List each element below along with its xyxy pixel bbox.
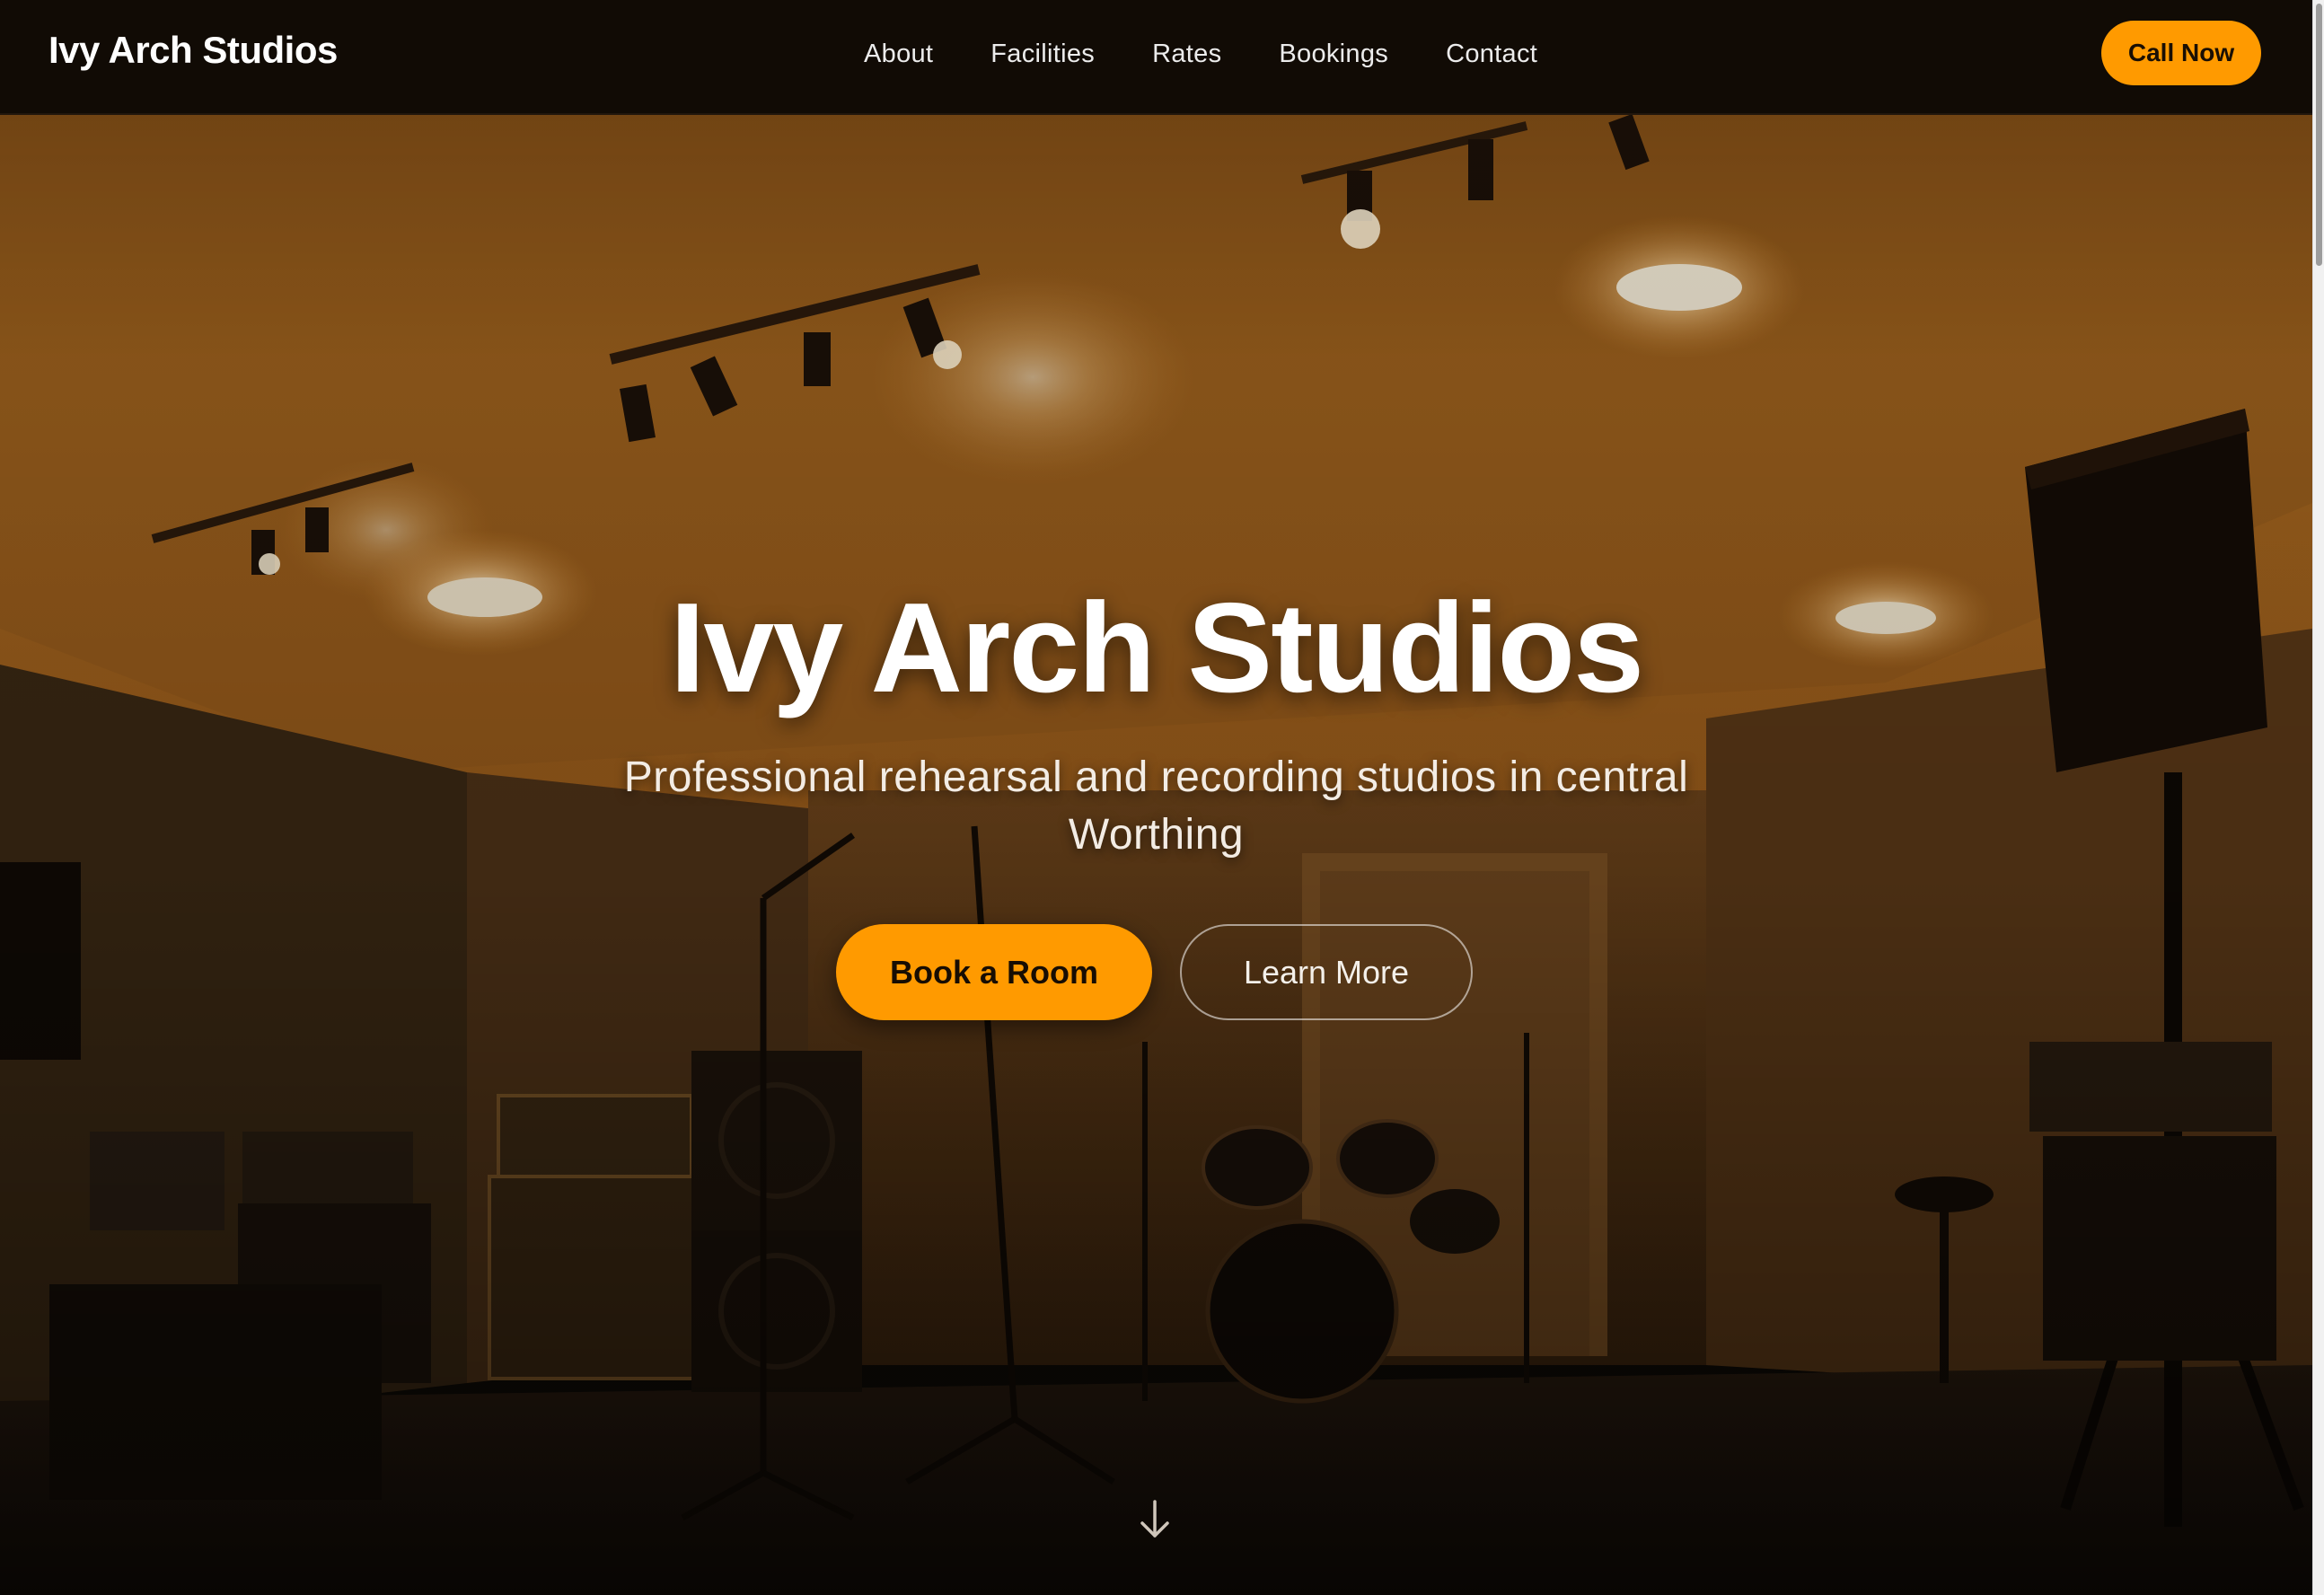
page-scrollbar[interactable] [2312,0,2324,1595]
hero-title: Ivy Arch Studios [669,577,1644,719]
brand-logo[interactable]: Ivy Arch Studios [48,29,338,72]
page: Ivy Arch Studios About Facilities Rates … [0,0,2324,1595]
call-now-button[interactable]: Call Now [2101,21,2261,85]
scrollbar-thumb[interactable] [2316,4,2322,266]
arrow-down-icon[interactable] [1137,1498,1173,1541]
nav-link-contact[interactable]: Contact [1446,34,1537,74]
nav-links: About Facilities Rates Bookings Contact [864,34,1595,74]
nav-link-facilities[interactable]: Facilities [990,34,1095,74]
top-nav: Ivy Arch Studios About Facilities Rates … [0,0,2312,115]
hero-subtitle: Professional rehearsal and recording stu… [623,753,1689,859]
nav-link-rates[interactable]: Rates [1152,34,1221,74]
nav-link-bookings[interactable]: Bookings [1279,34,1388,74]
learn-more-button[interactable]: Learn More [1180,924,1473,1020]
book-a-room-button[interactable]: Book a Room [836,924,1152,1020]
nav-link-about[interactable]: About [864,34,933,74]
